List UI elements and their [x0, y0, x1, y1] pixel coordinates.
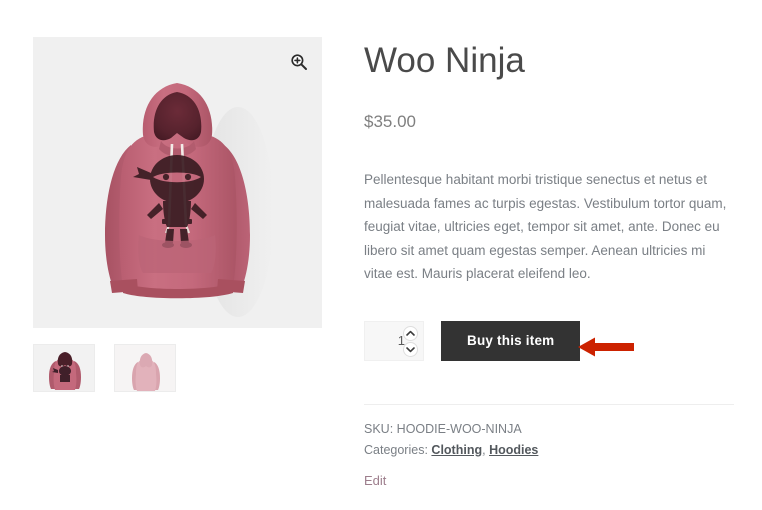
magnifier-plus-icon[interactable]	[290, 53, 308, 71]
buy-this-item-button[interactable]: Buy this item	[441, 320, 581, 361]
hoodie-back-thumb-icon	[115, 345, 175, 391]
product-description: Pellentesque habitant morbi tristique se…	[364, 172, 727, 281]
main-product-image[interactable]	[33, 37, 322, 328]
thumbnail-list	[33, 344, 322, 392]
product-summary: Woo Ninja $35.00 Pellentesque habitant m…	[364, 37, 736, 361]
categories-label: Categories:	[364, 443, 428, 457]
sku-value: HOODIE-WOO-NINJA	[396, 422, 522, 436]
product-gallery	[33, 37, 322, 392]
hoodie-front-thumb-icon	[34, 345, 94, 391]
edit-link[interactable]: Edit	[364, 473, 386, 488]
thumbnail-item[interactable]	[114, 344, 176, 392]
chevron-up-icon	[406, 330, 415, 336]
quantity-increase-button[interactable]	[403, 325, 418, 341]
hoodie-illustration	[105, 83, 274, 317]
chevron-down-icon	[406, 346, 415, 352]
add-to-cart-form: Buy this item	[364, 320, 736, 361]
product-meta: SKU: HOODIE-WOO-NINJA Categories: Clothi…	[364, 419, 744, 461]
sku-line: SKU: HOODIE-WOO-NINJA	[364, 419, 744, 439]
page-title: Woo Ninja	[364, 41, 525, 80]
product-price: $35.00	[364, 112, 416, 131]
sku-label: SKU:	[364, 422, 394, 436]
quantity-stepper-buttons	[403, 325, 418, 357]
thumbnail-item[interactable]	[33, 344, 95, 392]
quantity-input[interactable]	[367, 333, 405, 348]
category-link-hoodies[interactable]: Hoodies	[489, 443, 538, 457]
product-page: Woo Ninja $35.00 Pellentesque habitant m…	[0, 0, 762, 510]
category-link-clothing[interactable]: Clothing	[431, 443, 482, 457]
categories-line: Categories: Clothing, Hoodies	[364, 440, 744, 460]
quantity-stepper[interactable]	[364, 320, 424, 361]
meta-divider	[364, 404, 734, 405]
quantity-decrease-button[interactable]	[403, 341, 418, 357]
